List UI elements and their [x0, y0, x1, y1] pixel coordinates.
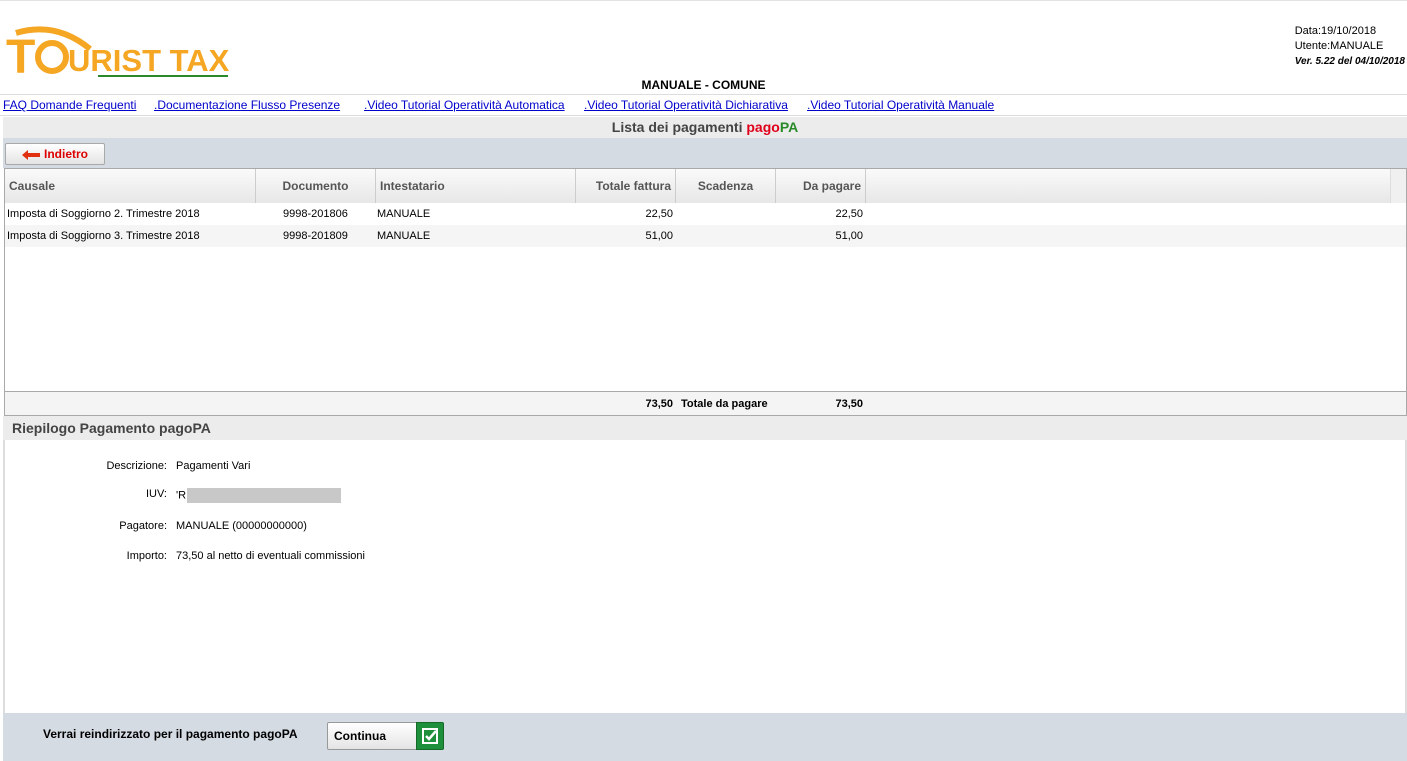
descrizione-value: Pagamenti Vari [176, 460, 251, 472]
cell-documento: 9998-201809 [283, 230, 348, 242]
iuv-redacted-mask [187, 488, 342, 503]
pagatore-value: MANUALE (00000000000) [176, 520, 307, 532]
version-label: Ver. 5.22 del 04/10/2018 [1294, 56, 1405, 67]
cell-causale: Imposta di Soggiorno 3. Trimestre 2018 [7, 230, 200, 242]
cell-intestatario: MANUALE [377, 208, 431, 220]
importo-label: Importo: [126, 550, 167, 562]
col-intestatario[interactable]: Intestatario [376, 169, 576, 203]
descrizione-label: Descrizione: [106, 460, 167, 472]
checkmark-icon [416, 722, 444, 750]
table-row[interactable]: Imposta di Soggiorno 3. Trimestre 2018 9… [5, 225, 1406, 247]
riepilogo-panel: Descrizione: Pagamenti Vari IUV: 'R Paga… [3, 440, 1407, 713]
comune-title: MANUALE - COMUNE [641, 78, 766, 92]
toolbar: Indietro [3, 138, 1407, 168]
footer-bar: Verrai reindirizzato per il pagamento pa… [3, 713, 1407, 761]
cell-causale: Imposta di Soggiorno 2. Trimestre 2018 [7, 208, 200, 220]
link-documentazione[interactable]: .Documentazione Flusso Presenze [154, 98, 340, 112]
back-button-label: Indietro [44, 147, 88, 161]
importo-value: 73,50 al netto di eventuali commissioni [176, 550, 365, 562]
back-button[interactable]: Indietro [5, 143, 105, 165]
continue-button-label: Continua [334, 729, 386, 743]
date-label: Data:19/10/2018 [1294, 25, 1377, 37]
cell-da-pagare: 51,00 [835, 230, 863, 242]
cell-documento: 9998-201806 [283, 208, 348, 220]
iuv-value: 'R [176, 489, 187, 502]
arrow-left-icon [22, 150, 40, 160]
pa-text: PA [779, 119, 799, 135]
pagatore-label: Pagatore: [119, 520, 167, 532]
col-documento[interactable]: Documento [256, 169, 376, 203]
list-title: Lista dei pagamenti pagoPA [3, 117, 1407, 138]
iuv-label: IUV: [146, 488, 167, 500]
link-video-automatica[interactable]: .Video Tutorial Operatività Automatica [364, 98, 565, 112]
link-faq[interactable]: FAQ Domande Frequenti [3, 98, 136, 112]
link-video-manuale[interactable]: .Video Tutorial Operatività Manuale [807, 98, 994, 112]
list-title-text: Lista dei pagamenti [611, 119, 747, 135]
redirect-message: Verrai reindirizzato per il pagamento pa… [43, 727, 298, 741]
total-da-pagare: 73,50 [835, 398, 863, 410]
svg-text:URIST TAX: URIST TAX [68, 43, 230, 78]
payments-table: Causale Documento Intestatario Totale fa… [4, 168, 1407, 416]
pago-text: pago [746, 119, 780, 135]
total-fattura: 73,50 [645, 398, 673, 410]
help-links-bar: FAQ Domande Frequenti .Documentazione Fl… [0, 94, 1407, 116]
cell-totale-fattura: 22,50 [645, 208, 673, 220]
col-causale[interactable]: Causale [5, 169, 256, 203]
riepilogo-title: Riepilogo Pagamento pagoPA [3, 416, 1407, 440]
svg-text:T: T [6, 31, 35, 81]
cell-da-pagare: 22,50 [835, 208, 863, 220]
table-row[interactable]: Imposta di Soggiorno 2. Trimestre 2018 9… [5, 203, 1406, 225]
totals-row: 73,50 Totale da pagare 73,50 [5, 391, 1406, 415]
continue-button[interactable]: Continua [327, 722, 444, 750]
header: T URIST TAX Data:19/10/2018 Utente:MANUA… [0, 0, 1407, 94]
cell-intestatario: MANUALE [377, 230, 431, 242]
col-da-pagare[interactable]: Da pagare [776, 169, 866, 203]
col-totale-fattura[interactable]: Totale fattura [576, 169, 676, 203]
user-label: Utente:MANUALE [1294, 40, 1384, 52]
header-scroll-spacer [1390, 169, 1406, 203]
link-video-dichiarativa[interactable]: .Video Tutorial Operatività Dichiarativa [584, 98, 788, 112]
tourist-tax-logo: T URIST TAX [6, 26, 230, 81]
cell-totale-fattura: 51,00 [645, 230, 673, 242]
table-header: Causale Documento Intestatario Totale fa… [5, 169, 1406, 203]
col-scadenza[interactable]: Scadenza [676, 169, 776, 203]
iuv-value-container: 'R [176, 488, 342, 503]
total-label: Totale da pagare [681, 398, 768, 410]
session-info: Data:19/10/2018 Utente:MANUALE Ver. 5.22… [1295, 24, 1405, 69]
